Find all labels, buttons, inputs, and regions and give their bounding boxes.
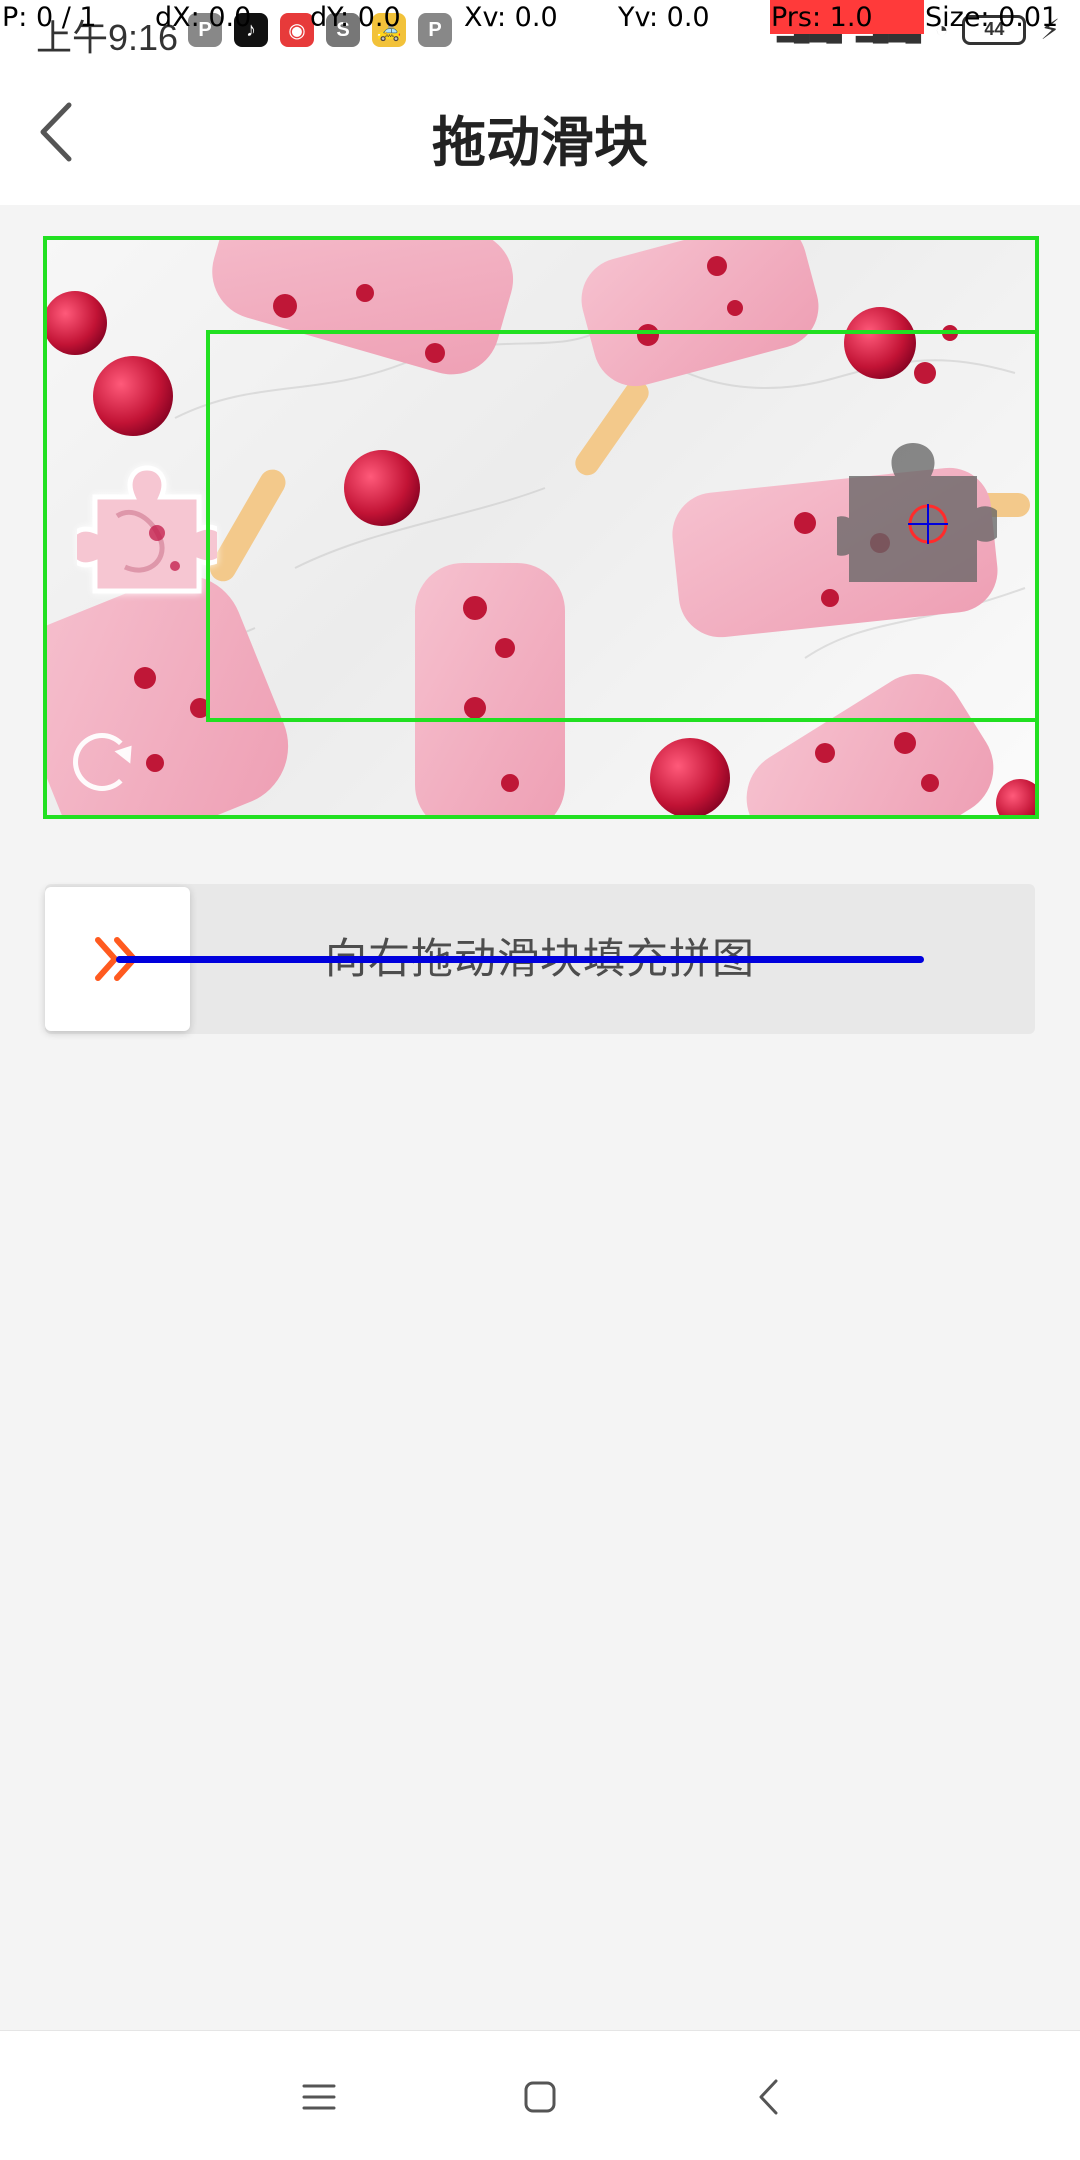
debug-dx: dX: 0.0 — [155, 2, 252, 33]
debug-pointer: P: 0 / 1 — [2, 2, 97, 33]
refresh-button[interactable] — [73, 733, 140, 791]
debug-yv: Yv: 0.0 — [618, 2, 710, 33]
debug-size: Size: 0.01 — [925, 2, 1059, 33]
puzzle-piece[interactable] — [77, 461, 217, 601]
header: 拖动滑块 — [0, 60, 1080, 205]
system-back-button[interactable] — [746, 2075, 790, 2119]
home-button[interactable] — [518, 2075, 562, 2119]
recent-apps-button[interactable] — [297, 2075, 341, 2119]
pointer-debug-overlay: P: 0 / 1 dX: 0.0 dY: 0.0 Xv: 0.0 Yv: 0.0… — [0, 0, 1080, 34]
puzzle-slot — [837, 443, 997, 582]
debug-xv: Xv: 0.0 — [464, 2, 558, 33]
screen: 上午9:16 P ♪ ◉ S 🚕 P ▂▄▆█ ▂▄▆█ ◔ 44 ⚡ P: 0… — [0, 0, 1080, 2160]
square-icon — [524, 2081, 556, 2113]
captcha-image — [45, 238, 1035, 818]
drag-trace-line — [116, 956, 924, 963]
menu-icon — [302, 2084, 336, 2110]
page-title: 拖动滑块 — [432, 113, 648, 173]
navigation-bar — [0, 2030, 1080, 2160]
chevron-left-icon — [759, 2079, 778, 2115]
debug-dy: dY: 0.0 — [310, 2, 401, 33]
debug-prs: Prs: 1.0 — [771, 2, 873, 33]
